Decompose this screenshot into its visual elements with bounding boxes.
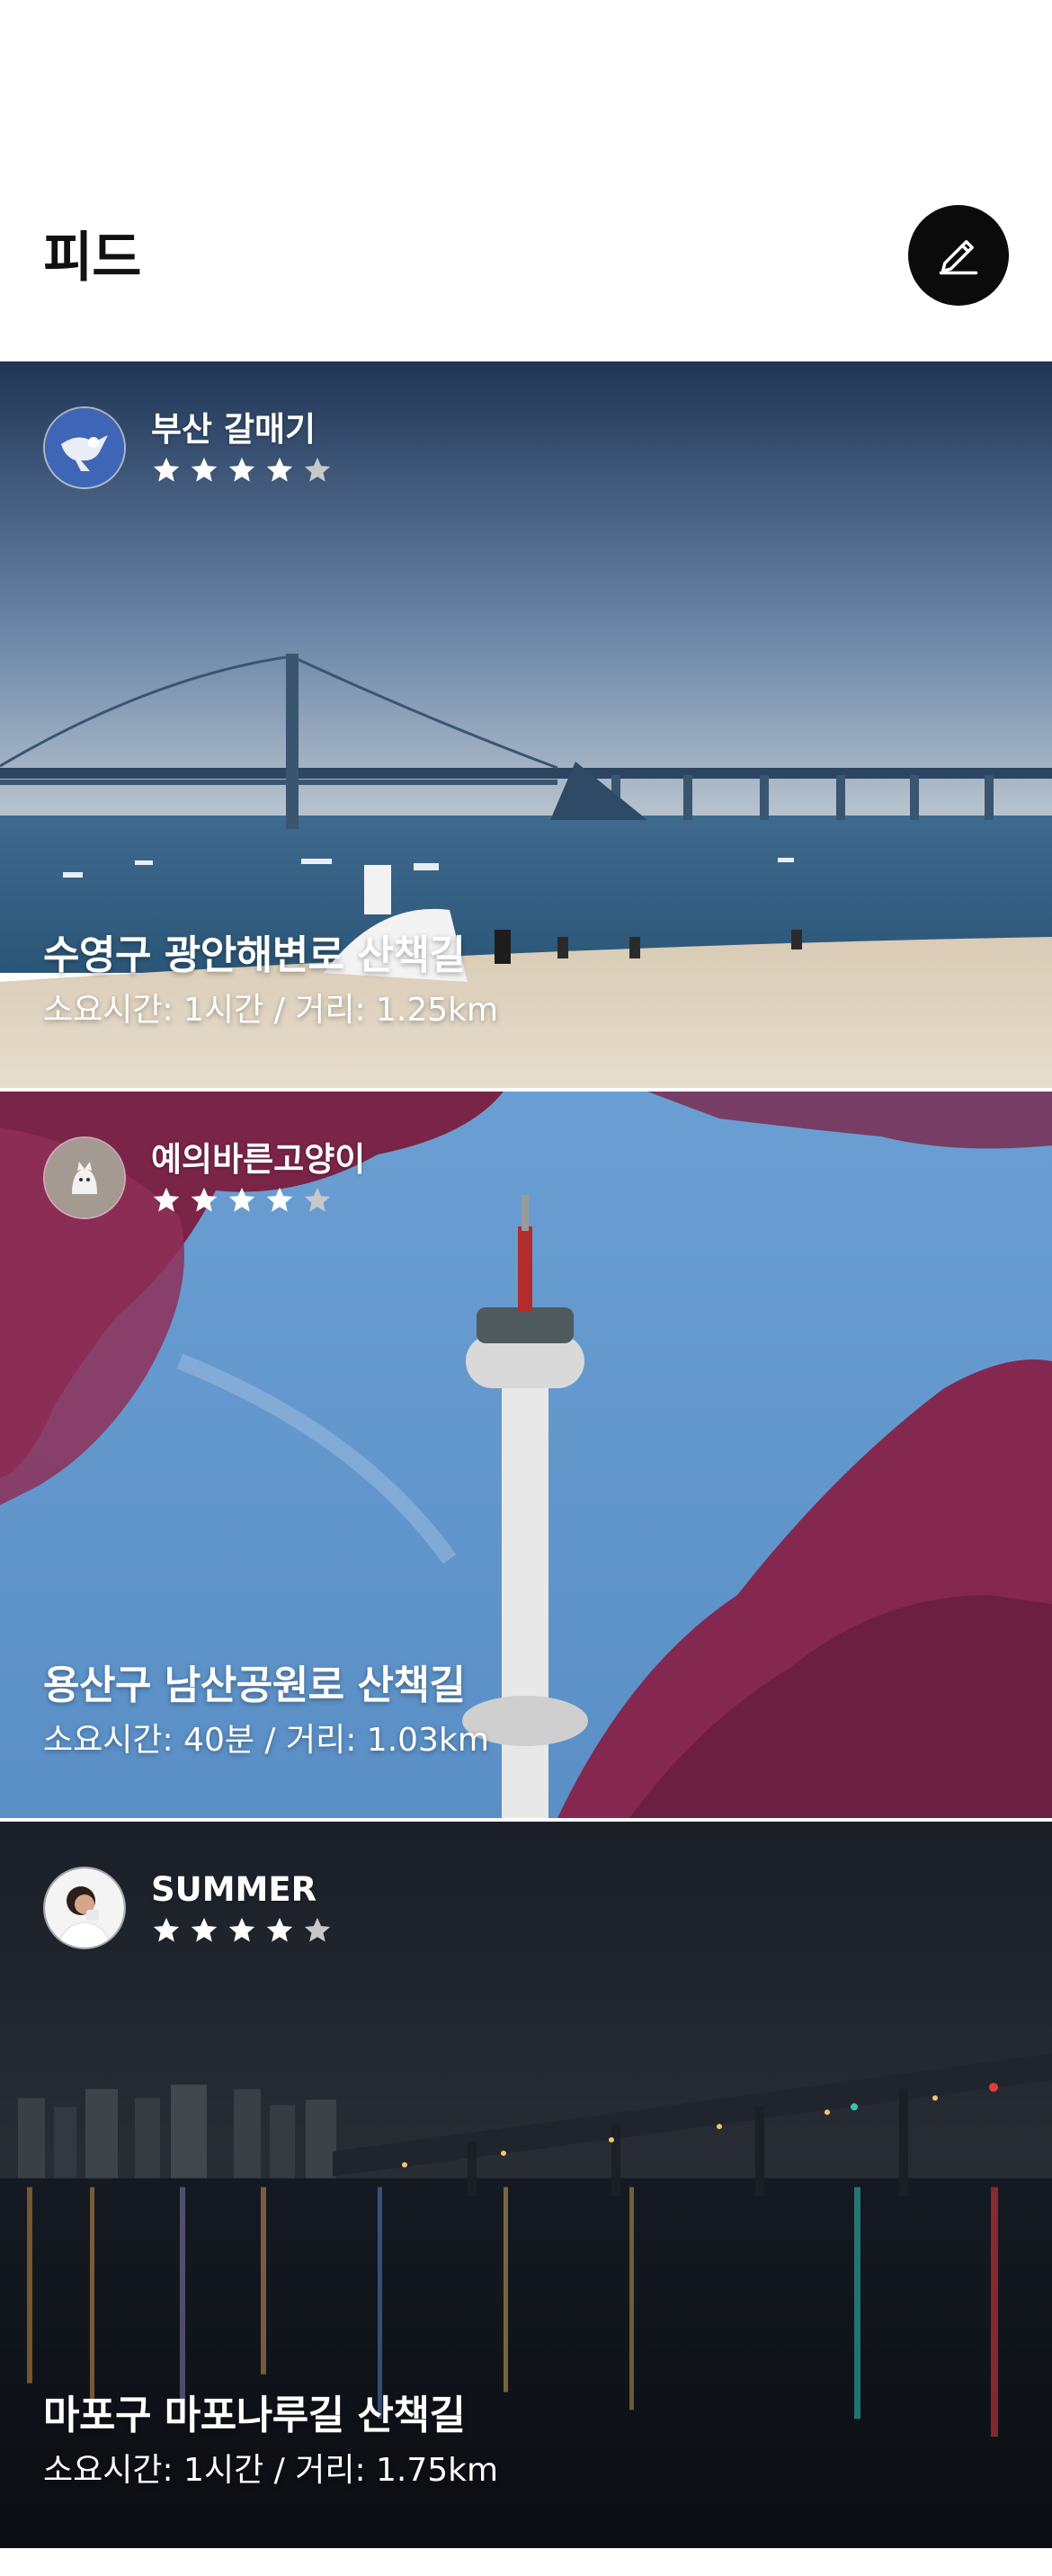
- star-filled-icon: [228, 1187, 255, 1212]
- app-header: 피드: [0, 0, 1052, 361]
- star-filled-icon: [266, 1187, 293, 1212]
- feed-card[interactable]: SUMMER 마포구 마포나루길 산책길 소요시간: 1시간 / 거리: 1.7…: [0, 1822, 1052, 2552]
- author-row: 부산 갈매기: [43, 406, 333, 489]
- seagull-avatar[interactable]: [43, 406, 126, 489]
- star-rating: [151, 455, 333, 486]
- star-rating: [151, 1185, 365, 1216]
- walk-meta: 소요시간: 1시간 / 거리: 1.25km: [43, 992, 499, 1029]
- author-row: 예의바른고양이: [43, 1136, 365, 1219]
- star-filled-icon: [191, 1187, 218, 1212]
- star-empty-icon: [304, 1187, 331, 1212]
- star-filled-icon: [228, 457, 255, 482]
- person-avatar[interactable]: [43, 1867, 126, 1949]
- star-filled-icon: [266, 1917, 293, 1942]
- pencil-icon: [939, 240, 978, 275]
- star-empty-icon: [304, 457, 331, 482]
- walk-meta: 소요시간: 1시간 / 거리: 1.75km: [43, 2452, 499, 2489]
- star-filled-icon: [228, 1917, 255, 1942]
- author-name: 예의바른고양이: [151, 1140, 366, 1179]
- walk-title: 마포구 마포나루길 산책길: [43, 2393, 466, 2438]
- star-empty-icon: [304, 1917, 331, 1942]
- star-filled-icon: [153, 1917, 180, 1942]
- star-rating: [151, 1915, 333, 1946]
- cat-avatar[interactable]: [43, 1136, 126, 1219]
- feed-card[interactable]: 부산 갈매기 수영구 광안해변로 산책길 소요시간: 1시간 / 거리: 1.2…: [0, 361, 1052, 1092]
- page-title: 피드: [43, 227, 141, 290]
- star-filled-icon: [191, 457, 218, 482]
- author-name: SUMMER: [151, 1870, 317, 1909]
- write-post-button[interactable]: [908, 205, 1009, 306]
- star-filled-icon: [191, 1917, 218, 1942]
- star-filled-icon: [266, 457, 293, 482]
- walk-meta: 소요시간: 40분 / 거리: 1.03km: [43, 1722, 489, 1759]
- walk-title: 용산구 남산공원로 산책길: [43, 1662, 466, 1708]
- author-row: SUMMER: [43, 1867, 333, 1949]
- feed-card[interactable]: 예의바른고양이 용산구 남산공원로 산책길 소요시간: 40분 / 거리: 1.…: [0, 1092, 1052, 1822]
- author-name: 부산 갈매기: [151, 410, 316, 449]
- walk-title: 수영구 광안해변로 산책길: [43, 932, 466, 978]
- star-filled-icon: [153, 1187, 180, 1212]
- star-filled-icon: [153, 457, 180, 482]
